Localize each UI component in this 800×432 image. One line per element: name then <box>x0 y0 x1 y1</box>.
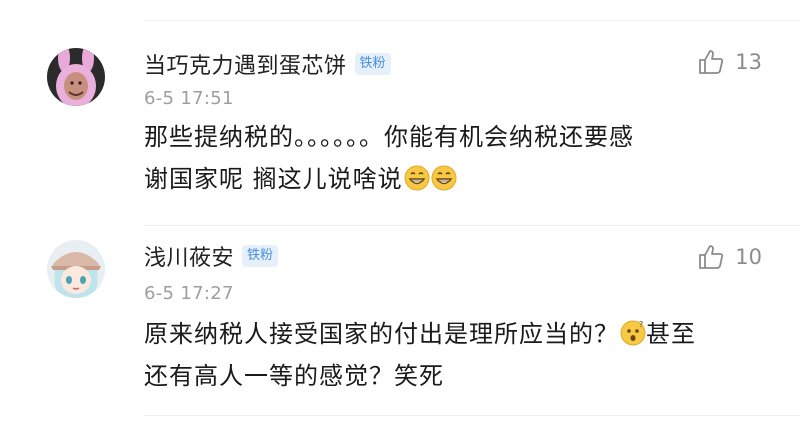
bunny-costume-avatar-icon <box>47 48 105 106</box>
like-button[interactable]: 10 <box>697 243 762 271</box>
name-row: 浅川莜安 铁粉 <box>144 240 279 272</box>
username[interactable]: 浅川莜安 <box>144 240 234 272</box>
confused-face-icon: ? <box>620 320 646 346</box>
grinning-face-icon <box>431 165 457 191</box>
comment-text: 那些提纳税的。。。。。。你能有机会纳税还要感 谢国家呢 搁这儿说啥说 <box>144 116 764 200</box>
name-row: 当巧克力遇到蛋芯饼 铁粉 <box>144 48 391 80</box>
comment-text: 原来纳税人接受国家的付出是理所应当的？ ? 甚至 还有高人一等的感觉？笑死 <box>144 313 764 397</box>
comment-text-line1-after: 甚至 <box>646 320 696 348</box>
thumbs-up-icon <box>699 50 724 74</box>
like-button[interactable]: 13 <box>697 48 762 76</box>
comment-text-line: 谢国家呢 搁这儿说啥说 <box>144 158 764 200</box>
like-count: 10 <box>735 245 762 269</box>
fan-badge: 铁粉 <box>242 245 279 267</box>
username[interactable]: 当巧克力遇到蛋芯饼 <box>144 48 347 80</box>
comment-time: 6-5 17:27 <box>144 283 234 304</box>
comment-text-line: 原来纳税人接受国家的付出是理所应当的？ ? 甚至 <box>144 313 764 355</box>
comment-text-line2: 谢国家呢 搁这儿说啥说 <box>144 165 403 193</box>
grinning-face-icon <box>404 165 430 191</box>
avatar[interactable] <box>47 48 105 106</box>
thumbs-up-icon <box>699 245 724 269</box>
avatar[interactable] <box>47 240 105 298</box>
comment-text-line: 那些提纳税的。。。。。。你能有机会纳税还要感 <box>144 123 634 151</box>
comment-item: 当巧克力遇到蛋芯饼 铁粉 6-5 17:51 13 那些提纳税的。。。。。。你能… <box>0 20 800 225</box>
svg-text:?: ? <box>639 320 644 329</box>
bottom-divider <box>144 415 800 416</box>
comment-item: 浅川莜安 铁粉 6-5 17:27 10 原来纳税人接受国家的付出是理所应当的？… <box>0 225 800 415</box>
anime-girl-avatar-icon <box>47 240 105 298</box>
comment-text-line: 还有高人一等的感觉？笑死 <box>144 362 444 390</box>
fan-badge: 铁粉 <box>354 53 391 75</box>
comment-text-line1: 原来纳税人接受国家的付出是理所应当的？ <box>144 320 619 348</box>
comment-time: 6-5 17:51 <box>144 88 234 109</box>
like-count: 13 <box>735 50 762 74</box>
